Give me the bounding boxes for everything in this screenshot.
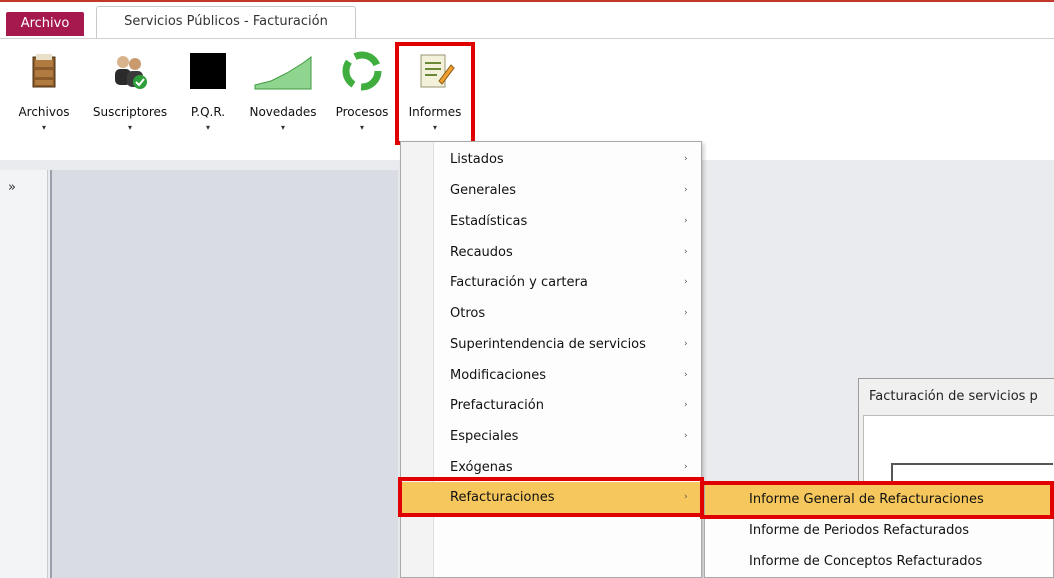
submenu-item-label: Informe de Periodos Refacturados xyxy=(749,523,970,538)
nav-collapse-strip: » xyxy=(0,170,48,578)
users-icon xyxy=(115,56,147,89)
refacturaciones-highlight xyxy=(398,477,704,517)
dialog-title: Facturación de servicios p xyxy=(869,389,1038,404)
chart-area-icon xyxy=(254,56,312,90)
menu-item-generales[interactable]: Generales › xyxy=(401,175,701,206)
navigation-pane xyxy=(50,170,398,578)
chevron-down-icon: ▾ xyxy=(359,123,364,132)
menu-item-label: Estadísticas xyxy=(450,214,528,229)
pqr-button[interactable]: P.Q.R. ▾ xyxy=(182,47,234,147)
menu-item-otros[interactable]: Otros › xyxy=(401,298,701,329)
chevron-right-icon: › xyxy=(684,431,688,441)
cabinet-icon xyxy=(32,54,56,88)
chevron-down-icon: ▾ xyxy=(205,123,210,132)
expand-nav-button[interactable]: » xyxy=(8,180,16,195)
menu-item-label: Prefacturación xyxy=(450,398,544,413)
menu-item-facturacion-cartera[interactable]: Facturación y cartera › xyxy=(401,267,701,298)
recycle-icon xyxy=(342,51,382,91)
menu-item-especiales[interactable]: Especiales › xyxy=(401,421,701,452)
menu-item-label: Superintendencia de servicios xyxy=(450,337,646,352)
submenu-item-label: Informe de Conceptos Refacturados xyxy=(749,554,983,569)
archivo-tab[interactable]: Archivo xyxy=(6,12,84,36)
menu-item-estadisticas[interactable]: Estadísticas › xyxy=(401,206,701,237)
procesos-button[interactable]: Procesos ▾ xyxy=(330,47,394,147)
menu-item-label: Facturación y cartera xyxy=(450,275,588,290)
menu-item-label: Listados xyxy=(450,152,504,167)
chevron-right-icon: › xyxy=(684,277,688,287)
archivos-button[interactable]: Archivos ▾ xyxy=(12,47,76,147)
menu-item-prefacturacion[interactable]: Prefacturación › xyxy=(401,390,701,421)
menu-item-label: Generales xyxy=(450,183,517,198)
menu-item-modificaciones[interactable]: Modificaciones › xyxy=(401,360,701,391)
novedades-button[interactable]: Novedades ▾ xyxy=(240,47,326,147)
menu-item-label: Especiales xyxy=(450,429,519,444)
menu-item-superintendencia[interactable]: Superintendencia de servicios › xyxy=(401,329,701,360)
procesos-label: Procesos xyxy=(335,105,389,119)
black-square-icon xyxy=(190,53,226,89)
suscriptores-button[interactable]: Suscriptores ▾ xyxy=(84,47,176,147)
chevron-right-icon: › xyxy=(684,247,688,257)
chevron-right-icon: › xyxy=(684,308,688,318)
chevron-right-icon: › xyxy=(684,216,688,226)
title-tab-bar: Archivo Servicios Públicos - Facturación xyxy=(0,0,1054,39)
pqr-label: P.Q.R. xyxy=(190,105,226,119)
menu-item-label: Recaudos xyxy=(450,245,513,260)
chevron-right-icon: › xyxy=(684,154,688,164)
suscriptores-label: Suscriptores xyxy=(92,105,168,119)
menu-item-label: Otros xyxy=(450,306,486,321)
menu-item-recaudos[interactable]: Recaudos › xyxy=(401,237,701,268)
novedades-label: Novedades xyxy=(249,105,317,119)
informe-general-highlight xyxy=(700,481,1054,519)
chevron-down-icon: ▾ xyxy=(280,123,285,132)
document-tab[interactable]: Servicios Públicos - Facturación xyxy=(96,6,356,39)
chevron-right-icon: › xyxy=(684,400,688,410)
submenu-item-periodos[interactable]: Informe de Periodos Refacturados xyxy=(705,516,1053,546)
chevron-right-icon: › xyxy=(684,339,688,349)
chevron-right-icon: › xyxy=(684,185,688,195)
chevron-down-icon: ▾ xyxy=(127,123,132,132)
informes-highlight xyxy=(395,42,475,145)
chevron-down-icon: ▾ xyxy=(41,123,46,132)
accent-line xyxy=(0,0,1054,2)
submenu-item-conceptos[interactable]: Informe de Conceptos Refacturados xyxy=(705,547,1053,577)
menu-item-label: Modificaciones xyxy=(450,368,547,383)
menu-item-listados[interactable]: Listados › xyxy=(401,144,701,175)
archivos-label: Archivos xyxy=(18,105,70,119)
chevron-right-icon: › xyxy=(684,370,688,380)
